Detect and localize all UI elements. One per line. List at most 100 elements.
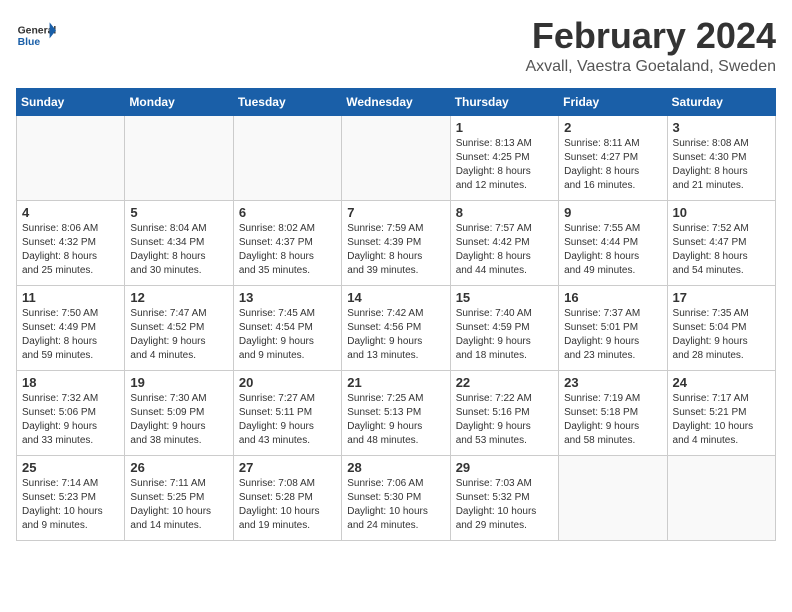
page-header: General Blue February 2024 Axvall, Vaest… [16,16,776,76]
calendar-cell: 1 Sunrise: 8:13 AM Sunset: 4:25 PM Daylig… [450,115,558,200]
calendar-cell: 13 Sunrise: 7:45 AM Sunset: 4:54 PM Dayli… [233,285,341,370]
calendar-cell: 15 Sunrise: 7:40 AM Sunset: 4:59 PM Dayli… [450,285,558,370]
day-info: Sunrise: 7:47 AM Sunset: 4:52 PM Dayligh… [130,307,227,363]
day-info: Sunrise: 8:04 AM Sunset: 4:34 PM Dayligh… [130,222,227,278]
day-info: Sunrise: 8:02 AM Sunset: 4:37 PM Dayligh… [239,222,336,278]
calendar-cell: 26 Sunrise: 7:11 AM Sunset: 5:25 PM Dayli… [125,455,233,540]
day-info: Sunrise: 7:25 AM Sunset: 5:13 PM Dayligh… [347,392,444,448]
calendar-cell: 10 Sunrise: 7:52 AM Sunset: 4:47 PM Dayli… [667,200,775,285]
day-info: Sunrise: 7:17 AM Sunset: 5:21 PM Dayligh… [673,392,770,448]
day-info: Sunrise: 7:45 AM Sunset: 4:54 PM Dayligh… [239,307,336,363]
day-info: Sunrise: 7:50 AM Sunset: 4:49 PM Dayligh… [22,307,119,363]
day-number: 25 [22,460,119,475]
day-info: Sunrise: 7:40 AM Sunset: 4:59 PM Dayligh… [456,307,553,363]
day-info: Sunrise: 7:35 AM Sunset: 5:04 PM Dayligh… [673,307,770,363]
day-number: 28 [347,460,444,475]
day-of-week-header: Saturday [667,88,775,115]
day-of-week-header: Sunday [17,88,125,115]
day-of-week-header: Monday [125,88,233,115]
calendar-cell: 28 Sunrise: 7:06 AM Sunset: 5:30 PM Dayli… [342,455,450,540]
calendar-cell [17,115,125,200]
calendar-cell: 17 Sunrise: 7:35 AM Sunset: 5:04 PM Dayli… [667,285,775,370]
day-number: 8 [456,205,553,220]
calendar-week-row: 11Sunrise: 7:50 AM Sunset: 4:49 PM Dayli… [17,285,776,370]
calendar-week-row: 4 Sunrise: 8:06 AM Sunset: 4:32 PM Daylig… [17,200,776,285]
day-info: Sunrise: 7:30 AM Sunset: 5:09 PM Dayligh… [130,392,227,448]
calendar-header-row: SundayMondayTuesdayWednesdayThursdayFrid… [17,88,776,115]
day-number: 29 [456,460,553,475]
calendar-cell: 22Sunrise: 7:22 AM Sunset: 5:16 PM Dayli… [450,370,558,455]
day-number: 21 [347,375,444,390]
calendar-cell: 3 Sunrise: 8:08 AM Sunset: 4:30 PM Daylig… [667,115,775,200]
day-number: 10 [673,205,770,220]
calendar-cell: 21 Sunrise: 7:25 AM Sunset: 5:13 PM Dayli… [342,370,450,455]
day-number: 16 [564,290,661,305]
calendar-cell: 6Sunrise: 8:02 AM Sunset: 4:37 PM Daylig… [233,200,341,285]
day-info: Sunrise: 7:59 AM Sunset: 4:39 PM Dayligh… [347,222,444,278]
calendar-cell: 12 Sunrise: 7:47 AM Sunset: 4:52 PM Dayli… [125,285,233,370]
calendar-cell [667,455,775,540]
calendar-cell: 25 Sunrise: 7:14 AM Sunset: 5:23 PM Dayli… [17,455,125,540]
svg-text:Blue: Blue [18,37,41,48]
day-of-week-header: Wednesday [342,88,450,115]
day-info: Sunrise: 7:14 AM Sunset: 5:23 PM Dayligh… [22,477,119,533]
day-number: 7 [347,205,444,220]
calendar-cell: 9 Sunrise: 7:55 AM Sunset: 4:44 PM Daylig… [559,200,667,285]
day-number: 13 [239,290,336,305]
calendar-week-row: 18Sunrise: 7:32 AM Sunset: 5:06 PM Dayli… [17,370,776,455]
day-info: Sunrise: 7:55 AM Sunset: 4:44 PM Dayligh… [564,222,661,278]
calendar-cell [559,455,667,540]
day-info: Sunrise: 7:27 AM Sunset: 5:11 PM Dayligh… [239,392,336,448]
day-info: Sunrise: 8:11 AM Sunset: 4:27 PM Dayligh… [564,137,661,193]
calendar-cell [125,115,233,200]
day-info: Sunrise: 8:06 AM Sunset: 4:32 PM Dayligh… [22,222,119,278]
day-number: 15 [456,290,553,305]
day-info: Sunrise: 7:52 AM Sunset: 4:47 PM Dayligh… [673,222,770,278]
day-info: Sunrise: 7:11 AM Sunset: 5:25 PM Dayligh… [130,477,227,533]
calendar-cell: 11Sunrise: 7:50 AM Sunset: 4:49 PM Dayli… [17,285,125,370]
day-number: 2 [564,120,661,135]
day-number: 5 [130,205,227,220]
calendar-cell: 24 Sunrise: 7:17 AM Sunset: 5:21 PM Dayli… [667,370,775,455]
calendar-cell [233,115,341,200]
month-title: February 2024 [525,16,776,56]
calendar-cell: 2 Sunrise: 8:11 AM Sunset: 4:27 PM Daylig… [559,115,667,200]
calendar-cell [342,115,450,200]
calendar-cell: 8 Sunrise: 7:57 AM Sunset: 4:42 PM Daylig… [450,200,558,285]
calendar-cell: 27 Sunrise: 7:08 AM Sunset: 5:28 PM Dayli… [233,455,341,540]
day-number: 9 [564,205,661,220]
day-number: 23 [564,375,661,390]
day-info: Sunrise: 7:08 AM Sunset: 5:28 PM Dayligh… [239,477,336,533]
day-info: Sunrise: 7:22 AM Sunset: 5:16 PM Dayligh… [456,392,553,448]
day-number: 18 [22,375,119,390]
day-info: Sunrise: 7:57 AM Sunset: 4:42 PM Dayligh… [456,222,553,278]
day-of-week-header: Friday [559,88,667,115]
day-number: 17 [673,290,770,305]
day-of-week-header: Thursday [450,88,558,115]
location-title: Axvall, Vaestra Goetaland, Sweden [525,58,776,76]
day-info: Sunrise: 7:06 AM Sunset: 5:30 PM Dayligh… [347,477,444,533]
day-number: 4 [22,205,119,220]
day-number: 27 [239,460,336,475]
day-number: 26 [130,460,227,475]
calendar-week-row: 1 Sunrise: 8:13 AM Sunset: 4:25 PM Daylig… [17,115,776,200]
day-number: 3 [673,120,770,135]
logo: General Blue [16,16,58,56]
day-number: 20 [239,375,336,390]
day-number: 12 [130,290,227,305]
day-number: 24 [673,375,770,390]
calendar-cell: 29 Sunrise: 7:03 AM Sunset: 5:32 PM Dayli… [450,455,558,540]
calendar-cell: 23Sunrise: 7:19 AM Sunset: 5:18 PM Dayli… [559,370,667,455]
day-info: Sunrise: 8:13 AM Sunset: 4:25 PM Dayligh… [456,137,553,193]
day-info: Sunrise: 7:37 AM Sunset: 5:01 PM Dayligh… [564,307,661,363]
day-info: Sunrise: 7:03 AM Sunset: 5:32 PM Dayligh… [456,477,553,533]
day-number: 1 [456,120,553,135]
calendar-cell: 20 Sunrise: 7:27 AM Sunset: 5:11 PM Dayli… [233,370,341,455]
day-info: Sunrise: 7:42 AM Sunset: 4:56 PM Dayligh… [347,307,444,363]
calendar-cell: 19 Sunrise: 7:30 AM Sunset: 5:09 PM Dayli… [125,370,233,455]
day-of-week-header: Tuesday [233,88,341,115]
day-number: 19 [130,375,227,390]
calendar-table: SundayMondayTuesdayWednesdayThursdayFrid… [16,88,776,541]
calendar-cell: 14Sunrise: 7:42 AM Sunset: 4:56 PM Dayli… [342,285,450,370]
day-info: Sunrise: 8:08 AM Sunset: 4:30 PM Dayligh… [673,137,770,193]
